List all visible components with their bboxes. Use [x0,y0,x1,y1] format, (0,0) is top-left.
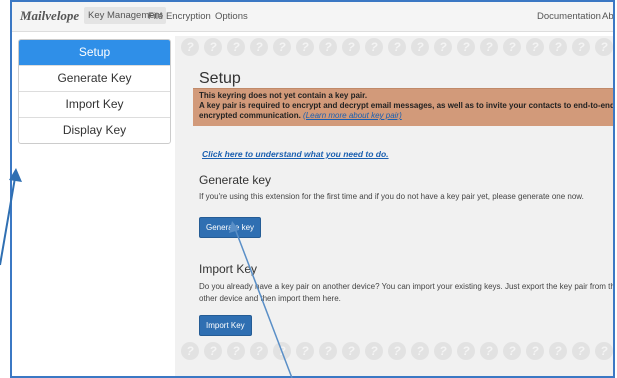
import-key-description: Do you already have a key pair on anothe… [199,282,615,303]
sidebar-item-import-key[interactable]: Import Key [19,91,170,117]
no-keypair-alert: This keyring does not yet contain a key … [193,88,615,126]
generate-key-button[interactable]: Generate key [199,217,262,238]
nav-about-truncated[interactable]: Ab [602,11,613,22]
alert-body: A key pair is required to encrypt and de… [199,101,615,120]
top-nav-bar: Mailvelope Key Management File Encryptio… [12,2,613,32]
page-title: Setup [199,70,241,87]
mailvelope-logo[interactable]: Mailvelope [20,8,79,24]
alert-heading: This keyring does not yet contain a key … [199,91,368,100]
nav-file-encryption[interactable]: File Encryption [148,11,211,22]
learn-more-link[interactable]: (Learn more about key pair) [303,111,402,120]
nav-documentation[interactable]: Documentation [537,11,601,22]
setup-panel: ??????????????????? ??????????????????? … [175,36,615,376]
watermark-pattern-top: ??????????????????? [175,38,613,60]
generate-key-description: If you're using this extension for the f… [199,192,584,201]
sidebar-menu: Setup Generate Key Import Key Display Ke… [18,39,171,144]
app-frame: Mailvelope Key Management File Encryptio… [10,0,615,378]
nav-options[interactable]: Options [215,11,248,22]
import-key-button[interactable]: Import Key [199,315,252,336]
sidebar-item-generate-key[interactable]: Generate Key [19,65,170,91]
sidebar-item-setup[interactable]: Setup [19,40,170,65]
watermark-pattern-bottom: ??????????????????? [175,342,613,364]
import-key-heading: Import Key [199,262,258,276]
sidebar-item-display-key[interactable]: Display Key [19,117,170,143]
understand-link[interactable]: Click here to understand what you need t… [202,149,389,159]
generate-key-heading: Generate key [199,173,272,187]
